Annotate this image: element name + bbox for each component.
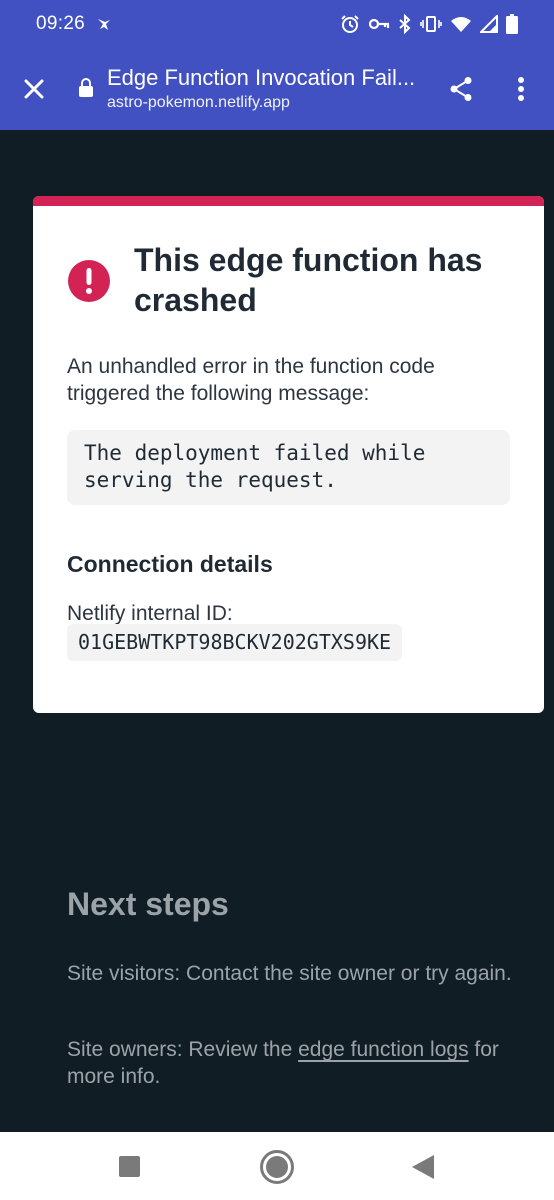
close-icon: [24, 79, 44, 99]
vibrate-icon: [420, 15, 442, 33]
alarm-icon: [340, 14, 360, 34]
battery-icon: [506, 14, 518, 34]
navigation-bar: [0, 1132, 554, 1200]
visitors-instructions: Site visitors: Contact the site owner or…: [67, 962, 512, 985]
owners-instructions: Site owners: Review the edge function lo…: [67, 1036, 517, 1090]
error-icon: [68, 260, 110, 302]
error-message: The deployment failed while serving the …: [67, 430, 510, 505]
close-tab-button[interactable]: [20, 75, 48, 103]
lock-icon: [78, 77, 94, 102]
edge-function-logs-link[interactable]: edge function logs: [298, 1038, 468, 1061]
more-vert-icon: [518, 77, 524, 101]
owners-prefix: Site owners: Review the: [67, 1038, 299, 1061]
home-icon[interactable]: [260, 1150, 294, 1184]
vpn-key-icon: [368, 16, 390, 32]
next-steps-heading: Next steps: [67, 886, 229, 922]
card-accent-bar: [33, 196, 544, 206]
status-time: 09:26: [36, 13, 86, 34]
share-icon: [450, 77, 472, 101]
bluetooth-icon: [398, 14, 412, 34]
notification-icon: [95, 15, 113, 33]
wifi-icon: [450, 15, 472, 33]
internal-id-value[interactable]: 01GEBWTKPT98BCKV202GTXS9KE: [67, 624, 403, 661]
error-description: An unhandled error in the function code …: [67, 355, 435, 405]
recents-icon[interactable]: [119, 1156, 140, 1177]
error-card: This edge function has crashed An unhand…: [33, 196, 544, 713]
browser-toolbar: Edge Function Invocation Fail... astro-p…: [0, 48, 554, 130]
page-url: astro-pokemon.netlify.app: [107, 94, 290, 111]
signal-icon: [480, 15, 498, 33]
back-icon[interactable]: [412, 1155, 434, 1179]
internal-id-label: Netlify internal ID:: [67, 602, 233, 625]
status-bar: 09:26: [0, 0, 554, 48]
error-heading: This edge function has crashed: [134, 242, 483, 318]
page-title: Edge Function Invocation Fail...: [107, 65, 416, 90]
overflow-menu-button[interactable]: [508, 74, 534, 104]
connection-details-heading: Connection details: [67, 551, 273, 577]
status-icons: [340, 14, 518, 34]
title-block[interactable]: Edge Function Invocation Fail... astro-p…: [107, 64, 427, 114]
share-button[interactable]: [446, 74, 476, 104]
